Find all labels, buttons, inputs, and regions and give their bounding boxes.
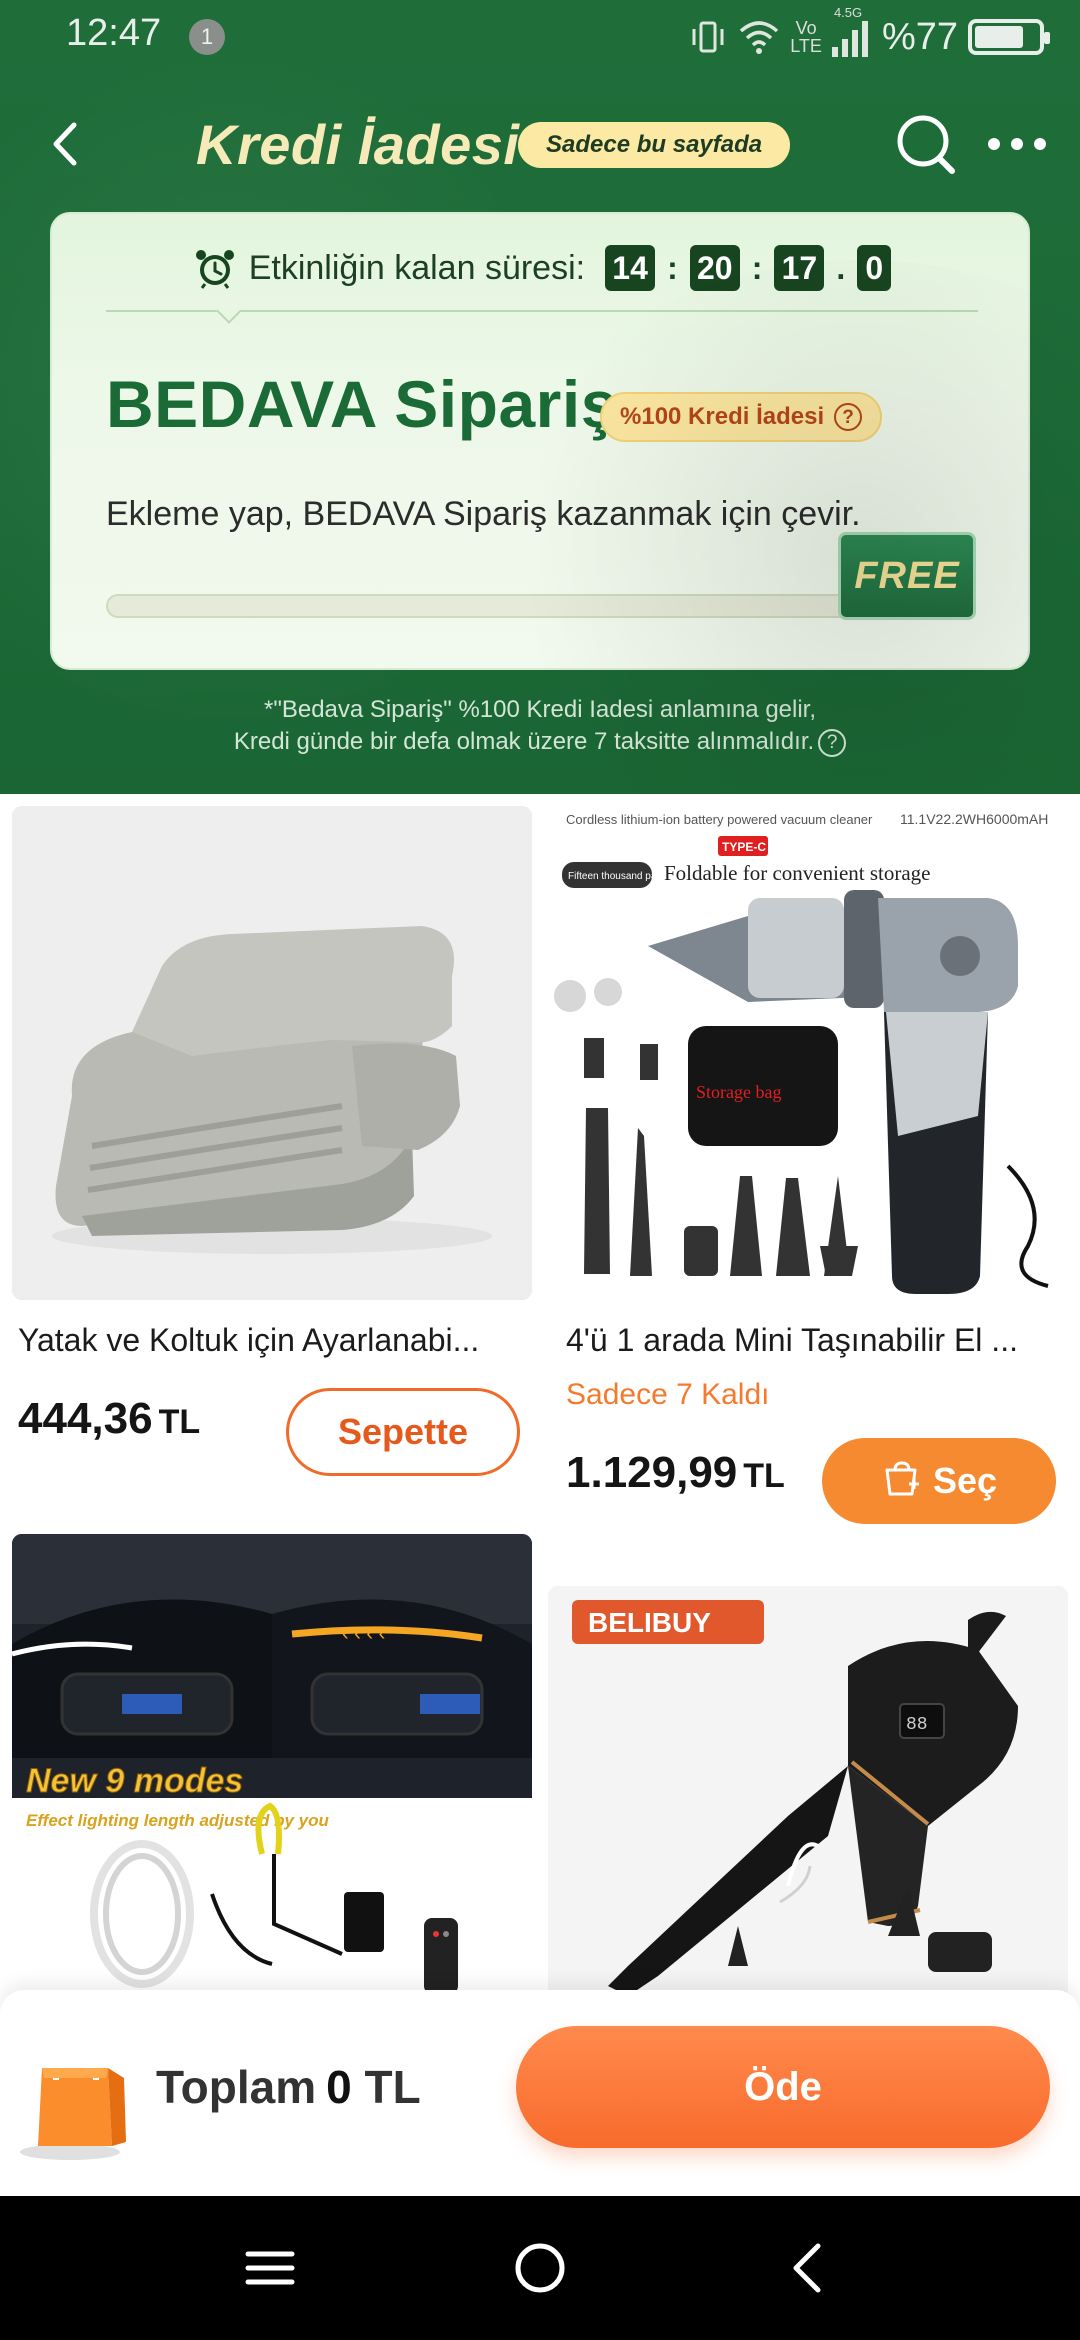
- image-caption: Foldable for convenient storage: [664, 861, 931, 885]
- product-image-pillow[interactable]: [12, 806, 532, 1300]
- status-time: 12:47: [66, 12, 162, 54]
- cart-add-icon: [885, 1461, 919, 1496]
- signal-icon: 4.5G: [831, 5, 872, 57]
- back-button[interactable]: [36, 114, 96, 174]
- product-price: 1.129,99 TL: [566, 1448, 785, 1497]
- back-nav-icon[interactable]: [778, 2236, 842, 2300]
- free-order-headline: BEDAVA Sipariş: [106, 367, 618, 441]
- product-title[interactable]: 4'ü 1 arada Mini Taşınabilir El ...: [566, 1322, 1056, 1359]
- countdown-seconds: 17: [774, 245, 825, 291]
- wifi-icon: [740, 21, 779, 54]
- stock-warning: Sadece 7 Kaldı: [566, 1378, 770, 1411]
- help-icon: ?: [834, 403, 863, 431]
- countdown-tenths: 0: [857, 245, 892, 291]
- cart-total: Toplam 0 TL: [156, 2061, 421, 2113]
- svg-text:‹ ‹ ‹ ‹: ‹ ‹ ‹ ‹: [342, 1623, 385, 1645]
- search-icon: [897, 115, 955, 174]
- system-navigation-bar: [0, 2196, 1080, 2340]
- promo-header: 12:47 1 Vo LTE 4.5G %77 Kredi İadesi Sad…: [0, 0, 1080, 794]
- more-options-button[interactable]: [982, 116, 1052, 172]
- countdown-label: Etkinliğin kalan süresi:: [248, 248, 586, 287]
- help-icon[interactable]: ?: [818, 728, 847, 757]
- more-dots-icon: [988, 138, 1046, 150]
- image-caption: TYPE-C: [722, 840, 766, 854]
- product-card[interactable]: Cordless lithium-ion battery powered vac…: [548, 806, 1068, 1300]
- select-button[interactable]: Seç: [822, 1438, 1056, 1524]
- notification-badge: 1: [189, 19, 225, 55]
- brand-badge: BELIBUY: [588, 1607, 711, 1638]
- product-card[interactable]: BELIBUY 88: [548, 1586, 1068, 1996]
- menu-icon[interactable]: [238, 2236, 302, 2300]
- countdown-minutes: 20: [689, 245, 740, 291]
- product-card[interactable]: [12, 806, 532, 1300]
- vibrate-icon: [692, 21, 724, 53]
- search-button[interactable]: [890, 108, 962, 180]
- page-title: Kredi İadesi: [196, 113, 520, 176]
- product-title[interactable]: Yatak ve Koltuk için Ayarlanabi...: [18, 1322, 518, 1359]
- network-type: Vo LTE: [790, 18, 822, 56]
- home-icon[interactable]: [508, 2236, 572, 2300]
- promo-description: Ekleme yap, BEDAVA Sipariş kazanmak için…: [106, 495, 861, 533]
- countdown-hours: 14: [605, 245, 656, 291]
- free-order-card: Etkinliğin kalan süresi: 14 : 20 : 17 . …: [50, 212, 1030, 670]
- top-navbar: Kredi İadesi Sadece bu sayfada: [0, 100, 1080, 190]
- image-caption: Cordless lithium-ion battery powered vac…: [566, 812, 873, 827]
- footnote: *"Bedava Sipariş" %100 Kredi Iadesi anla…: [0, 694, 1080, 758]
- countdown-row: Etkinliğin kalan süresi: 14 : 20 : 17 . …: [52, 240, 1032, 296]
- in-cart-button[interactable]: Sepette: [286, 1388, 520, 1476]
- battery-icon: [968, 19, 1050, 55]
- product-card[interactable]: ‹ ‹ ‹ ‹ New 9 modes Effect lighting leng…: [12, 1534, 532, 1994]
- svg-text:88: 88: [906, 1715, 928, 1735]
- checkout-bar: Toplam 0 TL Öde: [0, 1990, 1080, 2196]
- shopping-bag-icon: [20, 2044, 126, 2160]
- free-order-progress: [106, 594, 856, 618]
- alarm-clock-icon: [195, 250, 234, 289]
- page-only-badge: Sadece bu sayfada: [518, 122, 791, 168]
- image-caption: Effect lighting length adjusted by you: [26, 1811, 329, 1830]
- credit-refund-badge[interactable]: %100 Kredi İadesi ?: [600, 392, 883, 442]
- free-spin-button[interactable]: FREE: [838, 532, 976, 620]
- image-caption: Fifteen thousand pascals: [568, 871, 679, 882]
- product-image-car-light[interactable]: ‹ ‹ ‹ ‹ New 9 modes Effect lighting leng…: [12, 1534, 532, 1994]
- image-caption: 11.1V22.2WH6000mAH: [900, 811, 1048, 827]
- product-image-blower[interactable]: BELIBUY 88: [548, 1586, 1068, 1996]
- image-caption: Storage bag: [696, 1082, 781, 1102]
- battery-percent: %77: [881, 15, 958, 58]
- product-image-vacuum[interactable]: Cordless lithium-ion battery powered vac…: [548, 806, 1068, 1300]
- chevron-left-icon: [53, 122, 77, 166]
- product-grid: Yatak ve Koltuk için Ayarlanabi... 444,3…: [0, 794, 1080, 1996]
- image-caption: New 9 modes: [26, 1762, 243, 1800]
- status-bar: 12:47 1 Vo LTE 4.5G %77: [0, 0, 1080, 74]
- pay-button[interactable]: Öde: [516, 2026, 1050, 2148]
- product-price: 444,36 TL: [18, 1394, 201, 1443]
